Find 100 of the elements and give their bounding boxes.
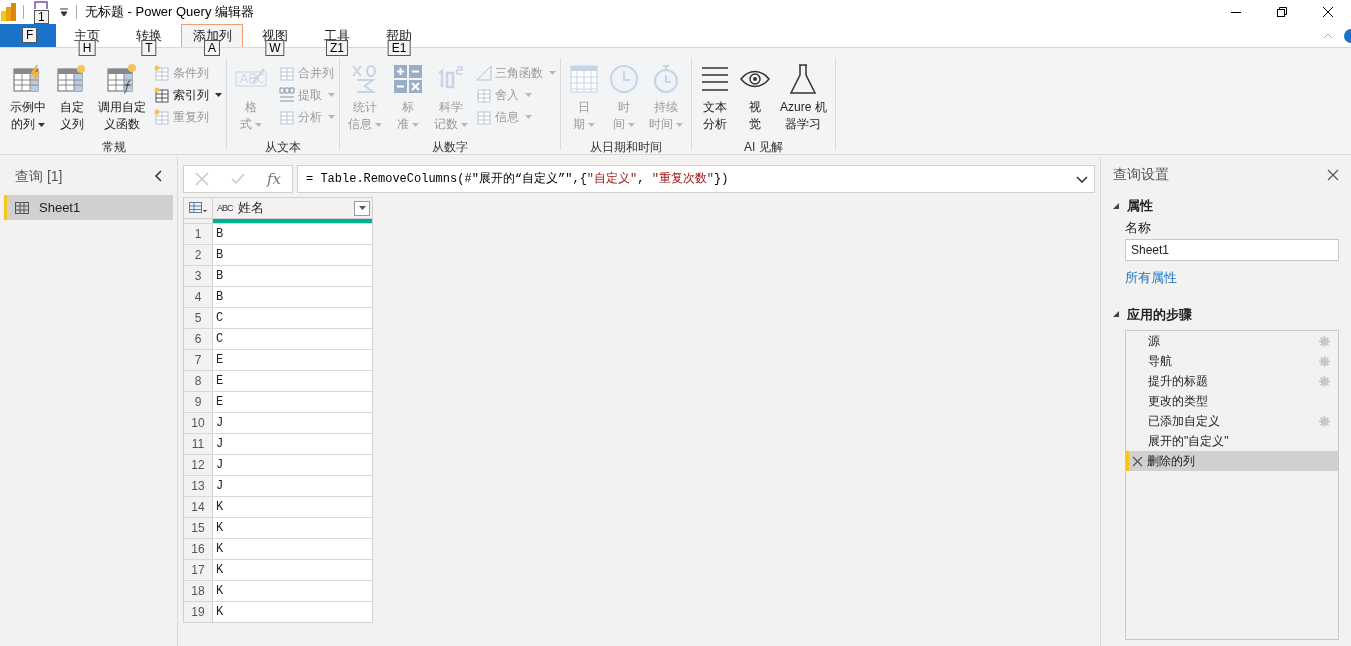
ribbon-button[interactable]: 视 觉 (736, 58, 774, 138)
step-label: 提升的标题 (1148, 373, 1208, 390)
caret-icon (676, 122, 683, 127)
applied-step[interactable]: 展开的"自定义" (1126, 431, 1338, 451)
step-label: 源 (1148, 333, 1160, 350)
row-number: 5 (184, 308, 213, 328)
keytip: F (22, 27, 38, 43)
query-item[interactable]: Sheet1 (4, 195, 173, 220)
button-label: 文本 分析 (703, 99, 727, 133)
table-cell-text: K (215, 562, 225, 579)
ribbon-button[interactable]: 调用自定 义函数 (94, 58, 150, 138)
keytip: H (78, 39, 96, 56)
column-name: 姓名 (237, 199, 264, 218)
row-number: 16 (184, 539, 213, 559)
keytip: A (204, 40, 220, 56)
type-icon[interactable]: ABC (217, 203, 233, 213)
table-cell-text: K (215, 499, 225, 516)
settings-title: 查询设置 (1113, 165, 1169, 184)
close-icon (1323, 7, 1333, 17)
name-field[interactable]: Sheet1 (1125, 239, 1339, 261)
field-label: 名称 (1125, 218, 1152, 237)
row-number: 14 (184, 497, 213, 517)
row-number: 17 (184, 560, 213, 580)
button-label: 日 期 (573, 99, 595, 133)
section-heading: 属性 (1127, 197, 1153, 215)
table-cell-text: J (215, 436, 225, 453)
ribbon-small-button[interactable]: 索引列 (154, 84, 222, 106)
table-cell-text: J (215, 457, 225, 474)
flask-icon (790, 64, 817, 94)
eye-icon (740, 70, 770, 88)
ribbon-button[interactable]: 文本 分析 (696, 58, 734, 138)
collapse-triangle-icon[interactable] (1113, 311, 1119, 318)
expand-caret-icon[interactable] (1076, 175, 1088, 183)
collapse-triangle-icon[interactable] (1113, 202, 1119, 209)
keytip: Z1 (326, 39, 348, 56)
caret-icon (328, 115, 335, 119)
row-number: 15 (184, 518, 213, 538)
table-menu-icon[interactable] (189, 202, 207, 214)
collapse-ribbon-icon[interactable] (1323, 33, 1333, 39)
applied-step[interactable]: 删除的列 (1126, 451, 1338, 471)
step-label: 展开的"自定义" (1148, 433, 1229, 450)
ribbon-button[interactable]: Azure 机 器学习 (776, 58, 831, 138)
queries-title: 查询 [1] (15, 166, 63, 186)
table-icon (15, 201, 29, 214)
step-label: 导航 (1148, 353, 1172, 370)
applied-step[interactable]: 更改的类型 (1126, 391, 1338, 411)
caret-icon (38, 122, 45, 127)
check-icon[interactable] (230, 173, 245, 185)
row-number: 18 (184, 581, 213, 601)
collapse-panel-icon[interactable] (154, 170, 162, 182)
all-properties-link[interactable]: 所有属性 (1125, 268, 1339, 288)
step-label: 更改的类型 (1148, 393, 1208, 410)
caret-icon (215, 93, 222, 97)
row-number: 4 (184, 287, 213, 307)
table-cell-text: J (215, 478, 225, 495)
caret-icon (412, 122, 419, 127)
table-cell-text: B (215, 268, 225, 285)
close-icon[interactable] (1327, 168, 1339, 181)
applied-step[interactable]: 源 (1126, 331, 1338, 351)
caret-icon (255, 122, 262, 127)
caret-icon (328, 93, 335, 97)
delete-step-icon[interactable] (1132, 455, 1143, 467)
applied-step[interactable]: 提升的标题 (1126, 371, 1338, 391)
row-number: 2 (184, 245, 213, 265)
filter-dropdown[interactable] (354, 200, 370, 216)
row-number: 6 (184, 329, 213, 349)
table-cell-text: C (215, 331, 225, 348)
row-number: 11 (184, 434, 213, 454)
caret-icon (588, 122, 595, 127)
section-heading: 应用的步骤 (1127, 305, 1192, 324)
caret-icon (525, 93, 532, 97)
function-table-icon (106, 63, 138, 95)
row-number: 7 (184, 350, 213, 370)
button-label: 视 觉 (749, 99, 761, 133)
fx-icon[interactable]: fx (266, 167, 281, 191)
customize-caret-icon[interactable] (60, 8, 68, 16)
ribbon-button[interactable]: 自定 义列 (52, 58, 92, 138)
window-title: 无标题 - Power Query 编辑器 (85, 3, 255, 22)
table-cell-text: C (215, 310, 225, 327)
group-label: 从日期和时间 (589, 139, 663, 156)
restore-icon (1277, 7, 1287, 17)
row-number: 3 (184, 266, 213, 286)
row-number: 12 (184, 455, 213, 475)
applied-step[interactable]: 已添加自定义 (1126, 411, 1338, 431)
save-icon[interactable] (34, 1, 48, 9)
button-label: 自定 义列 (60, 99, 84, 133)
file-tab[interactable]: F (0, 24, 56, 47)
row-number: 19 (184, 602, 213, 622)
help-icon[interactable] (1343, 29, 1351, 43)
applied-step[interactable]: 导航 (1126, 351, 1338, 371)
row-number: 13 (184, 476, 213, 496)
stopwatch-icon (653, 64, 679, 94)
calendar-icon (570, 65, 598, 93)
formula-field[interactable]: = Table.RemoveColumns(#"展开的“自定义”",{"自定义", "重复次数"}) (297, 165, 1095, 193)
button-label: 标 准 (397, 99, 419, 133)
button-label: 持续 时间 (649, 99, 683, 133)
row-number: 8 (184, 371, 213, 391)
ribbon-button[interactable]: 示例中 的列 (6, 58, 50, 138)
keytip: 1 (34, 10, 49, 24)
table-cell-text: K (215, 520, 225, 537)
